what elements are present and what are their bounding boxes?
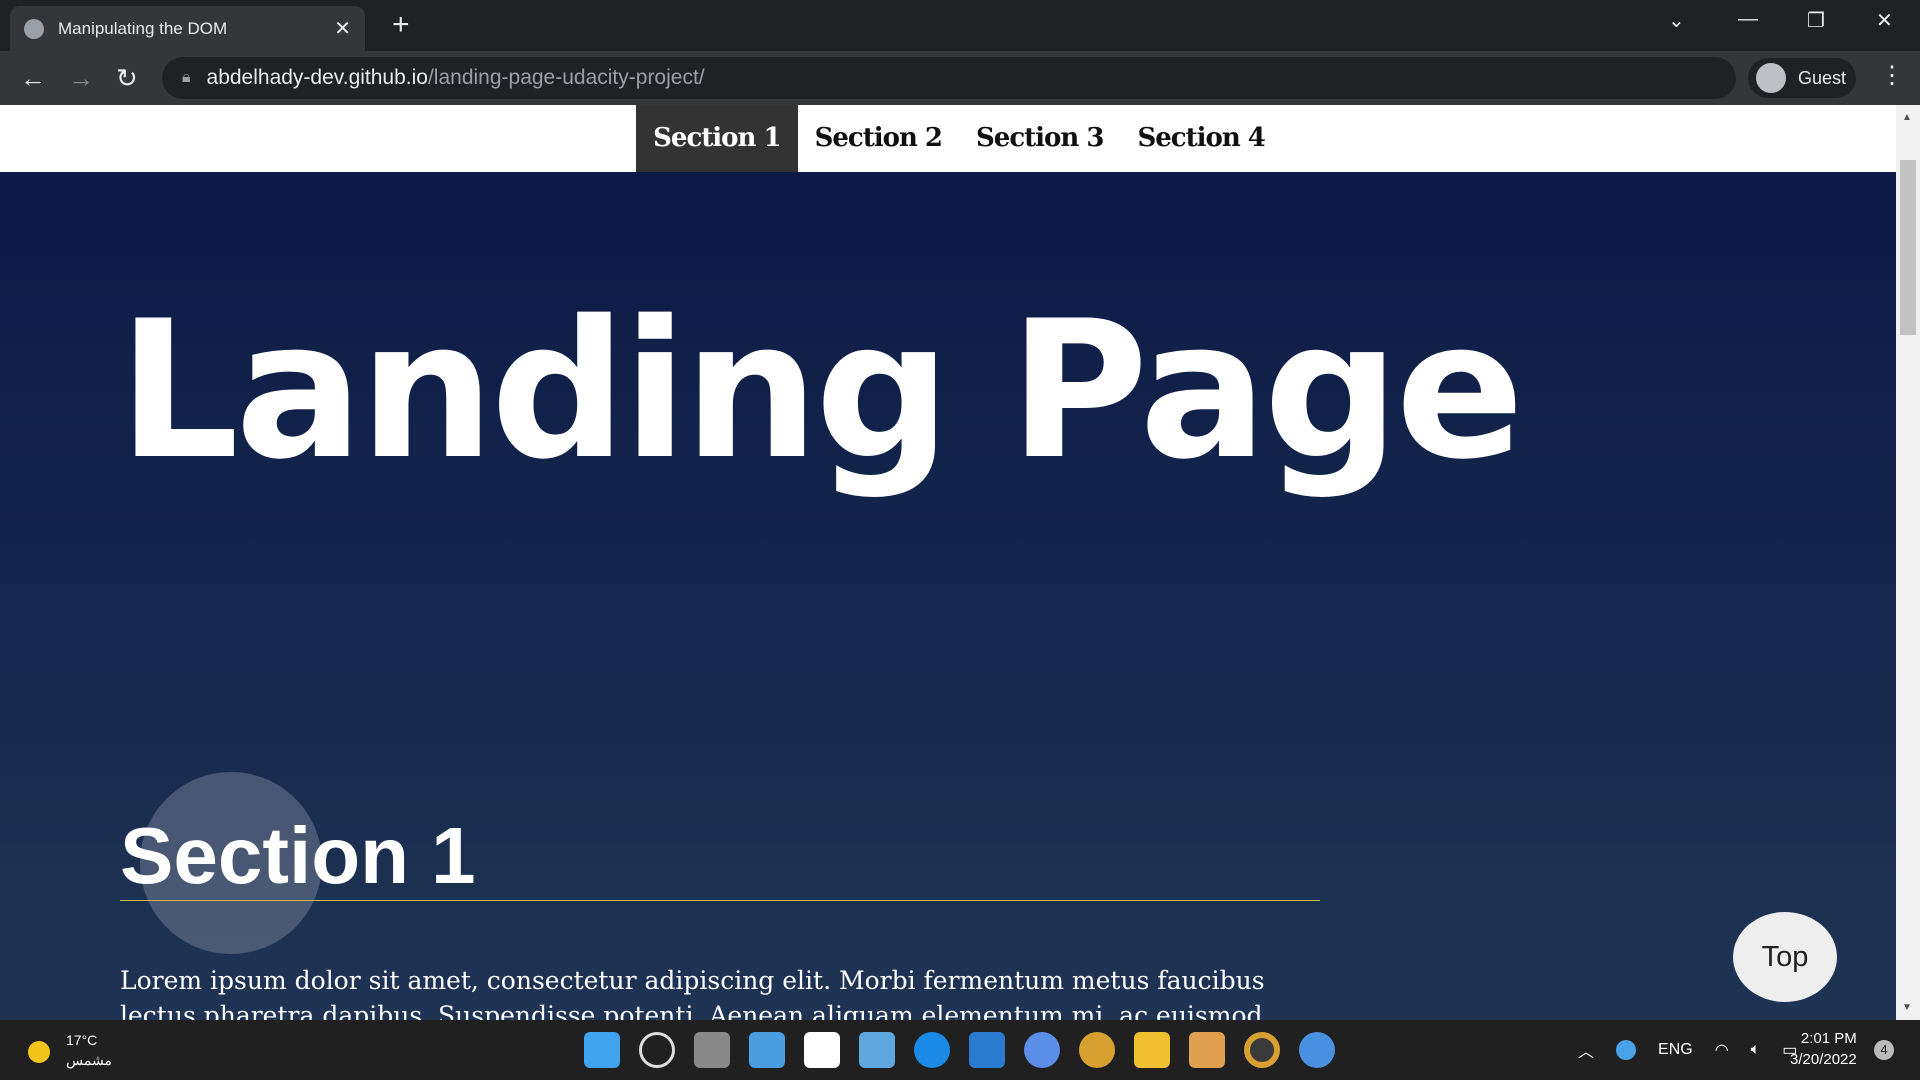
section-heading: Section 1: [120, 811, 476, 900]
sun-icon: [28, 1041, 50, 1063]
start-icon[interactable]: [584, 1032, 620, 1068]
paint-icon[interactable]: [1299, 1032, 1335, 1068]
task-view-icon[interactable]: [694, 1032, 730, 1068]
menu-icon[interactable]: ⋮: [1880, 61, 1904, 90]
avatar-icon: [1756, 63, 1786, 93]
new-tab-button[interactable]: +: [392, 8, 410, 42]
browser-toolbar: ← → ↻ 🔒︎ abdelhady-dev.github.io/landing…: [0, 51, 1920, 105]
reload-button[interactable]: ↻: [116, 63, 138, 94]
language-indicator[interactable]: ENG: [1658, 1041, 1693, 1059]
web-page: Section 1 Section 2 Section 3 Section 4 …: [0, 105, 1896, 1020]
volume-icon[interactable]: 🔈︎: [1751, 1041, 1761, 1059]
date: 3/20/2022: [1790, 1051, 1857, 1068]
profile-label: Guest: [1798, 67, 1847, 88]
search-icon[interactable]: [639, 1032, 675, 1068]
remote-desktop-icon[interactable]: [749, 1032, 785, 1068]
minimize-button[interactable]: —: [1738, 8, 1758, 31]
close-tab-icon[interactable]: ✕: [334, 16, 351, 41]
address-bar[interactable]: 🔒︎ abdelhady-dev.github.io/landing-page-…: [162, 57, 1736, 99]
weather-condition: مشمس: [66, 1052, 112, 1068]
nav-item-section-2[interactable]: Section 2: [798, 105, 959, 172]
nav-item-section-3[interactable]: Section 3: [959, 105, 1120, 172]
taskbar: 17°C مشمس ︿ ENG ◠ 🔈︎ ▭ 2:01 PM 3/20/2022 …: [0, 1020, 1920, 1080]
tab-strip: Manipulating the DOM ✕ + ⌄ — ❐ ✕: [0, 0, 1920, 51]
file-explorer-icon[interactable]: [1134, 1032, 1170, 1068]
notion-icon[interactable]: [804, 1032, 840, 1068]
clock-app-icon[interactable]: [1616, 1040, 1637, 1060]
close-window-button[interactable]: ✕: [1876, 8, 1893, 33]
nav-item-section-1[interactable]: Section 1: [636, 105, 798, 172]
browser-tab[interactable]: Manipulating the DOM ✕: [10, 6, 365, 51]
time: 2:01 PM: [1800, 1030, 1857, 1047]
weather-widget[interactable]: 17°C مشمس: [28, 1032, 112, 1069]
scroll-up-icon[interactable]: ▲: [1902, 112, 1912, 123]
profile-button[interactable]: Guest: [1748, 58, 1856, 98]
lock-icon: 🔒︎: [182, 69, 191, 86]
scroll-top-button[interactable]: Top: [1733, 912, 1837, 1002]
section-divider: [120, 900, 1320, 901]
globe-icon: [24, 18, 44, 39]
vscode-icon[interactable]: [969, 1032, 1005, 1068]
clock[interactable]: 2:01 PM 3/20/2022: [1790, 1028, 1857, 1070]
url-path: /landing-page-udacity-project/: [427, 66, 705, 89]
section-paragraph: Lorem ipsum dolor sit amet, consectetur …: [120, 966, 1265, 1020]
nav-item-section-4[interactable]: Section 4: [1120, 105, 1281, 172]
discord-icon[interactable]: [1024, 1032, 1060, 1068]
navbar: Section 1 Section 2 Section 3 Section 4: [0, 105, 1896, 172]
page-title: Landing Page: [118, 280, 1524, 501]
chrome-icon[interactable]: [1244, 1032, 1280, 1068]
tab-search-icon[interactable]: ⌄: [1668, 8, 1685, 33]
tab-title: Manipulating the DOM: [58, 18, 228, 38]
url-host: abdelhady-dev.github.io: [206, 66, 428, 89]
scroll-down-icon[interactable]: ▼: [1902, 1002, 1912, 1013]
control-panel-icon[interactable]: [859, 1032, 895, 1068]
restore-button[interactable]: ❐: [1807, 8, 1825, 33]
tray-expand-icon[interactable]: ︿: [1578, 1038, 1594, 1062]
forward-button[interactable]: →: [68, 63, 94, 94]
git-icon[interactable]: [1189, 1032, 1225, 1068]
scrollbar-thumb[interactable]: [1900, 160, 1916, 335]
chrome-dev-icon[interactable]: [1079, 1032, 1115, 1068]
teamviewer-icon[interactable]: [914, 1032, 950, 1068]
wifi-icon[interactable]: ◠: [1715, 1040, 1729, 1060]
notification-badge[interactable]: 4: [1874, 1040, 1894, 1060]
temperature: 17°C: [66, 1032, 98, 1048]
back-button[interactable]: ←: [20, 63, 46, 94]
